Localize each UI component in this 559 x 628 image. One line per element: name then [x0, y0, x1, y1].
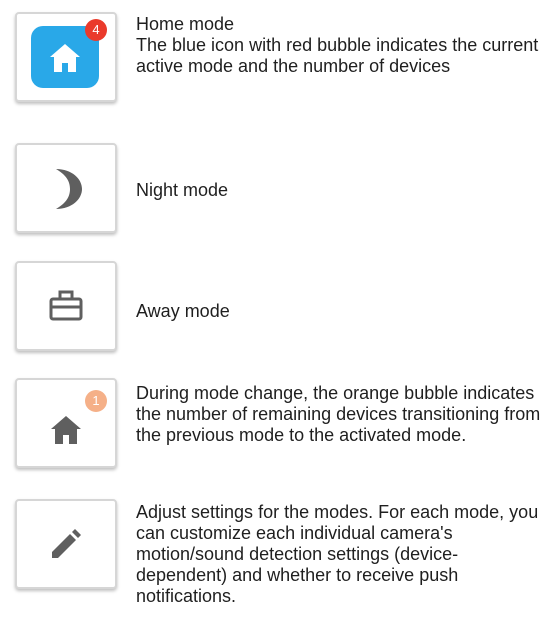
night-mode-title: Night mode [136, 180, 229, 200]
home-mode-text: Home mode The blue icon with red bubble … [136, 14, 546, 77]
home-mode-button[interactable]: 4 [15, 12, 117, 102]
home-mode-title: Home mode [136, 14, 235, 34]
home-mode-description: The blue icon with red bubble indicates … [136, 35, 539, 76]
edit-modes-button[interactable] [15, 499, 117, 589]
transitioning-mode-button[interactable]: 1 [15, 378, 117, 468]
night-mode-button[interactable] [15, 143, 117, 233]
home-icon [50, 44, 80, 72]
home-icon [51, 416, 81, 444]
transition-description: During mode change, the orange bubble in… [136, 383, 541, 445]
remaining-devices-badge: 1 [85, 390, 107, 412]
away-mode-button[interactable] [15, 261, 117, 351]
pencil-icon [52, 529, 81, 558]
device-count-badge: 4 [85, 19, 107, 41]
moon-icon [56, 169, 82, 209]
briefcase-icon [49, 290, 83, 321]
settings-description: Adjust settings for the modes. For each … [136, 502, 539, 606]
away-mode-title: Away mode [136, 301, 230, 321]
